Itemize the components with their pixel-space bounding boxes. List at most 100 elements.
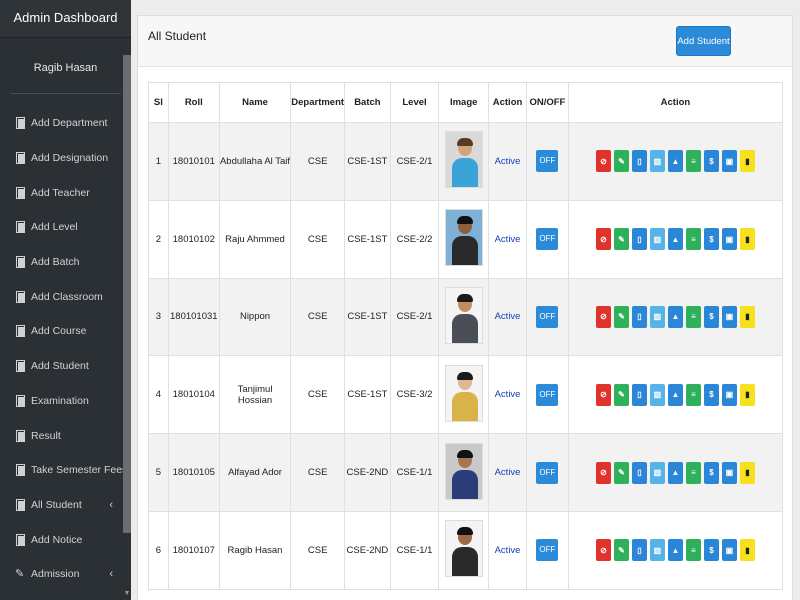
reset-button[interactable]: ⊘ — [595, 383, 611, 406]
book-button[interactable]: ▥ — [649, 228, 665, 251]
trash-button[interactable]: ▮ — [739, 461, 755, 484]
doc-icon — [15, 256, 25, 269]
edit-button[interactable]: ✎ — [613, 539, 629, 562]
edit-button[interactable]: ✎ — [613, 228, 629, 251]
toggle-cell: OFF — [525, 510, 569, 590]
sidebar-item-add-course[interactable]: Add Course — [0, 314, 131, 349]
trash-button[interactable]: ▮ — [739, 539, 755, 562]
edit-button[interactable]: ✎ — [613, 383, 629, 406]
sidebar-item-add-classroom[interactable]: Add Classroom — [0, 279, 131, 314]
mobile-button[interactable]: ▯ — [631, 539, 647, 562]
graduation-cap-button[interactable]: ▲ — [667, 150, 683, 173]
sidebar-scrollbar[interactable] — [123, 55, 131, 533]
sidebar-item-add-batch[interactable]: Add Batch — [0, 245, 131, 280]
dollar-button[interactable]: $ — [703, 383, 719, 406]
sidebar-item-add-designation[interactable]: Add Designation — [0, 141, 131, 176]
student-photo — [444, 442, 483, 500]
chevron-left-icon: ‹ — [109, 498, 113, 511]
book-button[interactable]: ▥ — [649, 150, 665, 173]
status-cell: Active — [488, 199, 527, 279]
list-button[interactable]: ≡ — [685, 383, 701, 406]
dollar-button[interactable]: $ — [703, 539, 719, 562]
mobile-icon: ▯ — [637, 545, 642, 555]
reset-icon: ⊘ — [600, 312, 607, 322]
id-card-icon: ▣ — [725, 312, 734, 322]
mobile-icon: ▯ — [637, 312, 642, 322]
reset-button[interactable]: ⊘ — [595, 461, 611, 484]
list-button[interactable]: ≡ — [685, 150, 701, 173]
graduation-cap-button[interactable]: ▲ — [667, 305, 683, 328]
status-cell: Active — [488, 355, 527, 435]
reset-button[interactable]: ⊘ — [595, 539, 611, 562]
graduation-cap-button[interactable]: ▲ — [667, 228, 683, 251]
add-student-button[interactable]: Add Student — [676, 26, 731, 56]
book-button[interactable]: ▥ — [649, 461, 665, 484]
mobile-button[interactable]: ▯ — [631, 383, 647, 406]
trash-button[interactable]: ▮ — [739, 150, 755, 173]
book-button[interactable]: ▥ — [649, 383, 665, 406]
sidebar-item-add-department[interactable]: Add Department — [0, 106, 131, 141]
trash-button[interactable]: ▮ — [739, 383, 755, 406]
off-toggle-button[interactable]: OFF — [536, 539, 559, 562]
reset-button[interactable]: ⊘ — [595, 150, 611, 173]
actions-cell: ⊘ ✎ ▯ ▥ ▲ ≡ $ ▣ ▮ — [567, 510, 784, 590]
sidebar-item-all-student[interactable]: All Student ‹ — [0, 488, 131, 523]
off-toggle-button[interactable]: OFF — [536, 150, 559, 173]
sidebar-item-add-notice[interactable]: Add Notice — [0, 522, 131, 557]
edit-button[interactable]: ✎ — [613, 461, 629, 484]
graduation-cap-button[interactable]: ▲ — [667, 461, 683, 484]
sidebar-item-take-semester-fees[interactable]: Take Semester Fees — [0, 453, 131, 488]
sidebar-item-result[interactable]: Result — [0, 418, 131, 453]
scroll-down-icon[interactable]: ▼ — [123, 590, 131, 600]
sidebar-item-label: Add Batch — [31, 256, 80, 269]
mobile-button[interactable]: ▯ — [631, 305, 647, 328]
id-card-button[interactable]: ▣ — [721, 383, 737, 406]
mobile-button[interactable]: ▯ — [631, 150, 647, 173]
book-icon: ▥ — [653, 312, 662, 322]
edit-button[interactable]: ✎ — [613, 150, 629, 173]
list-button[interactable]: ≡ — [685, 305, 701, 328]
mobile-button[interactable]: ▯ — [631, 461, 647, 484]
id-card-button[interactable]: ▣ — [721, 150, 737, 173]
dollar-button[interactable]: $ — [703, 461, 719, 484]
trash-button[interactable]: ▮ — [739, 228, 755, 251]
id-card-button[interactable]: ▣ — [721, 461, 737, 484]
sidebar-item-admission[interactable]: ✎ Admission ‹ — [0, 557, 131, 592]
off-toggle-button[interactable]: OFF — [536, 461, 559, 484]
graduation-cap-button[interactable]: ▲ — [667, 539, 683, 562]
edit-button[interactable]: ✎ — [613, 305, 629, 328]
dollar-button[interactable]: $ — [703, 228, 719, 251]
level-cell: CSE-2/2 — [389, 199, 440, 279]
graduation-cap-icon: ▲ — [671, 312, 680, 322]
sidebar-item-examination[interactable]: Examination — [0, 384, 131, 419]
status-link[interactable]: Active — [495, 311, 521, 322]
status-link[interactable]: Active — [495, 156, 521, 167]
status-link[interactable]: Active — [495, 467, 521, 478]
id-card-button[interactable]: ▣ — [721, 539, 737, 562]
book-icon: ▥ — [653, 545, 662, 555]
dollar-button[interactable]: $ — [703, 305, 719, 328]
id-card-button[interactable]: ▣ — [721, 228, 737, 251]
status-link[interactable]: Active — [495, 389, 521, 400]
mobile-button[interactable]: ▯ — [631, 228, 647, 251]
list-button[interactable]: ≡ — [685, 461, 701, 484]
sidebar-item-add-level[interactable]: Add Level — [0, 210, 131, 245]
book-button[interactable]: ▥ — [649, 305, 665, 328]
trash-button[interactable]: ▮ — [739, 305, 755, 328]
off-toggle-button[interactable]: OFF — [536, 305, 559, 328]
reset-button[interactable]: ⊘ — [595, 228, 611, 251]
id-card-button[interactable]: ▣ — [721, 305, 737, 328]
off-toggle-button[interactable]: OFF — [536, 228, 559, 251]
status-link[interactable]: Active — [495, 234, 521, 245]
dollar-button[interactable]: $ — [703, 150, 719, 173]
sidebar-item-add-student[interactable]: Add Student — [0, 349, 131, 384]
book-button[interactable]: ▥ — [649, 539, 665, 562]
list-button[interactable]: ≡ — [685, 539, 701, 562]
reset-button[interactable]: ⊘ — [595, 305, 611, 328]
status-link[interactable]: Active — [495, 545, 521, 556]
list-button[interactable]: ≡ — [685, 228, 701, 251]
sidebar-item-add-teacher[interactable]: Add Teacher — [0, 175, 131, 210]
graduation-cap-button[interactable]: ▲ — [667, 383, 683, 406]
column-header-image: Image — [438, 82, 490, 123]
off-toggle-button[interactable]: OFF — [536, 383, 559, 406]
